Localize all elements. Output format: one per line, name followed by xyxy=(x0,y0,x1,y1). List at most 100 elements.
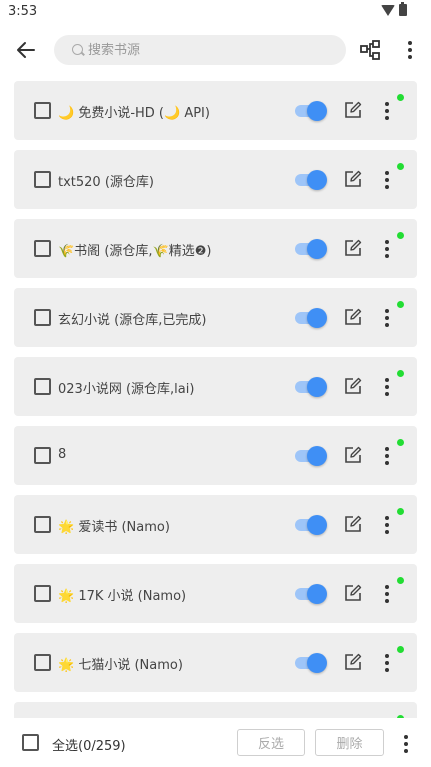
edit-button[interactable] xyxy=(344,239,362,257)
switch-thumb xyxy=(307,446,327,466)
dot-icon xyxy=(385,247,389,251)
item-more-button[interactable] xyxy=(378,237,396,259)
enable-switch[interactable] xyxy=(295,239,327,259)
list-item: txt520 (源仓库) xyxy=(14,150,417,209)
switch-thumb xyxy=(307,101,327,121)
dot-icon xyxy=(385,171,389,175)
list-item xyxy=(14,702,417,718)
item-checkbox[interactable] xyxy=(34,654,51,671)
invert-selection-button[interactable]: 反选 xyxy=(237,729,305,756)
enable-switch[interactable] xyxy=(295,377,327,397)
dot-icon xyxy=(408,41,412,45)
item-more-button[interactable] xyxy=(378,582,396,604)
switch-thumb xyxy=(307,653,327,673)
item-checkbox[interactable] xyxy=(34,171,51,188)
enable-switch[interactable] xyxy=(295,101,327,121)
edit-icon xyxy=(345,101,362,118)
switch-thumb xyxy=(307,239,327,259)
dot-icon xyxy=(385,102,389,106)
enable-switch[interactable] xyxy=(295,515,327,535)
select-all-checkbox[interactable] xyxy=(22,734,39,751)
edit-button[interactable] xyxy=(344,515,362,533)
search-box[interactable] xyxy=(54,35,346,65)
dot-icon xyxy=(385,323,389,327)
switch-thumb xyxy=(307,584,327,604)
list-item: 🌾书阁 (源仓库,🌾精选❷) xyxy=(14,219,417,278)
status-dot xyxy=(397,232,404,239)
item-more-button[interactable] xyxy=(378,168,396,190)
status-dot xyxy=(397,370,404,377)
source-name: txt520 (源仓库) xyxy=(58,175,154,190)
dot-icon xyxy=(385,661,389,665)
item-checkbox[interactable] xyxy=(34,309,51,326)
edit-button[interactable] xyxy=(344,584,362,602)
battery-icon xyxy=(399,2,407,16)
dot-icon xyxy=(404,742,408,746)
dot-icon xyxy=(385,592,389,596)
edit-button[interactable] xyxy=(344,377,362,395)
dot-icon xyxy=(385,178,389,182)
item-more-button[interactable] xyxy=(378,513,396,535)
item-checkbox[interactable] xyxy=(34,102,51,119)
edit-icon xyxy=(345,170,362,187)
dot-icon xyxy=(385,378,389,382)
tree-structure-icon xyxy=(360,40,380,60)
item-more-button[interactable] xyxy=(378,375,396,397)
enable-switch[interactable] xyxy=(295,308,327,328)
item-more-button[interactable] xyxy=(378,99,396,121)
search-input[interactable] xyxy=(88,35,338,65)
source-name: 🌟 爱读书 (Namo) xyxy=(58,520,170,535)
edit-icon xyxy=(345,446,362,463)
edit-button[interactable] xyxy=(344,308,362,326)
edit-icon xyxy=(345,515,362,532)
enable-switch[interactable] xyxy=(295,446,327,466)
group-button[interactable] xyxy=(358,38,382,62)
item-checkbox[interactable] xyxy=(34,378,51,395)
item-more-button[interactable] xyxy=(378,444,396,466)
dot-icon xyxy=(385,523,389,527)
dot-icon xyxy=(385,240,389,244)
dot-icon xyxy=(385,185,389,189)
more-menu-button[interactable] xyxy=(398,38,422,62)
edit-button[interactable] xyxy=(344,170,362,188)
toolbar xyxy=(0,30,431,70)
select-all-label[interactable]: 全选(0/259) xyxy=(52,735,126,754)
dot-icon xyxy=(385,654,389,658)
dot-icon xyxy=(385,516,389,520)
dot-icon xyxy=(385,454,389,458)
enable-switch[interactable] xyxy=(295,584,327,604)
edit-icon xyxy=(345,653,362,670)
edit-button[interactable] xyxy=(344,653,362,671)
source-name: 🌾书阁 (源仓库,🌾精选❷) xyxy=(58,244,212,259)
search-icon xyxy=(72,44,83,55)
item-checkbox[interactable] xyxy=(34,585,51,602)
list-item: 玄幻小说 (源仓库,已完成) xyxy=(14,288,417,347)
arrow-left-icon xyxy=(17,42,35,58)
item-more-button[interactable] xyxy=(378,306,396,328)
status-dot xyxy=(397,508,404,515)
bottom-more-button[interactable] xyxy=(397,732,415,754)
edit-button[interactable] xyxy=(344,101,362,119)
list-item: 🌟 爱读书 (Namo) xyxy=(14,495,417,554)
status-dot xyxy=(397,163,404,170)
status-bar: 3:53 xyxy=(0,0,431,26)
dot-icon xyxy=(385,461,389,465)
status-dot xyxy=(397,439,404,446)
status-icons xyxy=(381,2,407,16)
enable-switch[interactable] xyxy=(295,170,327,190)
enable-switch[interactable] xyxy=(295,653,327,673)
item-checkbox[interactable] xyxy=(34,240,51,257)
list-item: 🌟 七猫小说 (Namo) xyxy=(14,633,417,692)
back-button[interactable] xyxy=(12,36,40,64)
dot-icon xyxy=(385,116,389,120)
status-dot xyxy=(397,94,404,101)
dot-icon xyxy=(385,309,389,313)
status-dot xyxy=(397,577,404,584)
dot-icon xyxy=(404,749,408,753)
edit-button[interactable] xyxy=(344,446,362,464)
item-checkbox[interactable] xyxy=(34,447,51,464)
source-list: 🌙 免费小说-HD (🌙 API) txt520 (源仓库) 🌾书阁 (源仓库,… xyxy=(14,81,417,718)
item-more-button[interactable] xyxy=(378,651,396,673)
item-checkbox[interactable] xyxy=(34,516,51,533)
delete-button[interactable]: 删除 xyxy=(315,729,384,756)
